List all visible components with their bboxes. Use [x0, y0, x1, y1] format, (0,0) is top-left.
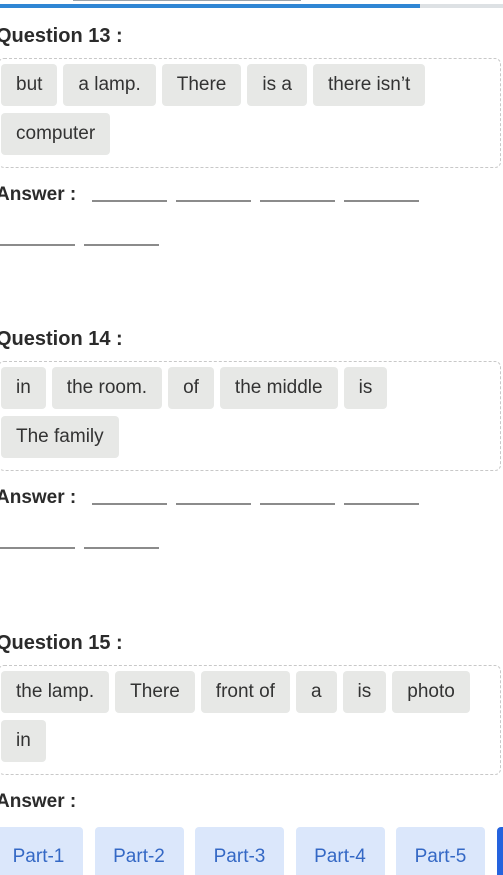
part-tab-4[interactable]: Part-4 — [295, 827, 385, 875]
word-chip[interactable]: in — [1, 720, 46, 762]
part-navigation: Part-1 Part-2 Part-3 Part-4 Part-5 — [0, 827, 503, 875]
answer-blank[interactable] — [84, 244, 159, 246]
answer-blank[interactable] — [0, 244, 75, 246]
question-title: Question 14 : — [0, 328, 123, 350]
part-tab-1[interactable]: Part-1 — [0, 827, 83, 875]
answer-label: Answer : — [0, 184, 77, 205]
answer-blank[interactable] — [344, 503, 420, 505]
answer-row: Answer : — [0, 787, 440, 817]
header-bottom-edge — [73, 0, 301, 1]
word-chip[interactable]: there isn’t — [312, 64, 426, 106]
part-tab-2[interactable]: Part-2 — [94, 827, 184, 875]
answer-blank[interactable] — [0, 547, 75, 549]
answer-blank[interactable] — [92, 503, 168, 505]
answer-row: Answer : — [0, 483, 440, 549]
answer-label: Answer : — [0, 487, 77, 508]
word-chip[interactable]: the middle — [219, 367, 338, 409]
word-chip[interactable]: is — [343, 367, 388, 409]
word-chip[interactable]: There — [161, 64, 242, 106]
part-tab-6[interactable] — [496, 827, 503, 875]
answer-blank[interactable] — [176, 503, 252, 505]
question-15: Question 15 : the lamp. There front of a is p… — [0, 629, 503, 817]
word-chip[interactable]: but — [1, 64, 58, 106]
word-chip[interactable]: a — [295, 671, 337, 713]
question-title: Question 13 : — [0, 25, 123, 47]
word-bank: the lamp. There front of a is photo in — [0, 665, 501, 775]
word-chip[interactable]: in — [1, 367, 46, 409]
question-14: Question 14 : in the room. of the middle is T… — [0, 325, 503, 549]
word-chip[interactable]: a lamp. — [63, 64, 156, 106]
question-13: Question 13 : but a lamp. There is a there i… — [0, 22, 503, 246]
progress-bar — [0, 4, 503, 8]
answer-label: Answer : — [0, 791, 77, 812]
progress-bar-fill — [0, 4, 420, 8]
answer-blank[interactable] — [260, 200, 336, 202]
answer-blank[interactable] — [92, 200, 168, 202]
word-chip[interactable]: is — [342, 671, 387, 713]
word-chip[interactable]: photo — [392, 671, 470, 713]
word-chip[interactable]: is a — [247, 64, 307, 106]
word-chip[interactable]: the lamp. — [1, 671, 110, 713]
word-chip[interactable]: the room. — [51, 367, 163, 409]
word-chip[interactable]: There — [115, 671, 195, 713]
word-chip[interactable]: front of — [200, 671, 290, 713]
answer-blank[interactable] — [344, 200, 420, 202]
word-chip[interactable]: of — [168, 367, 214, 409]
part-tab-5[interactable]: Part-5 — [396, 827, 485, 875]
part-tab-3[interactable]: Part-3 — [195, 827, 284, 875]
answer-blank[interactable] — [84, 547, 159, 549]
word-chip[interactable]: computer — [1, 113, 111, 155]
answer-row: Answer : — [0, 180, 440, 246]
answer-blank[interactable] — [260, 503, 336, 505]
word-chip[interactable]: The family — [1, 416, 119, 458]
question-title: Question 15 : — [0, 632, 123, 654]
word-bank: but a lamp. There is a there isn’t computer — [0, 58, 501, 168]
word-bank: in the room. of the middle is The family — [0, 361, 501, 471]
answer-blank[interactable] — [176, 200, 252, 202]
